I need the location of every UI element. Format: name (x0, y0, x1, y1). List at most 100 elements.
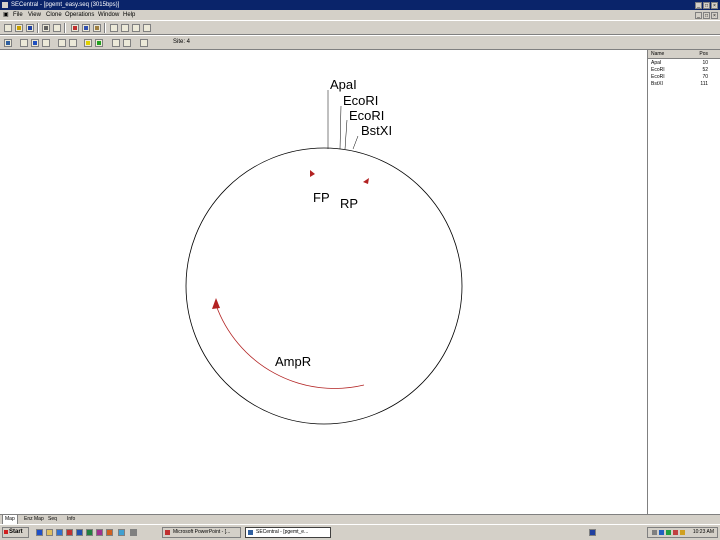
highlight-icon[interactable] (84, 39, 92, 47)
help-icon[interactable] (140, 39, 148, 47)
menu-window[interactable]: Window (98, 10, 119, 20)
volume-icon[interactable] (680, 530, 685, 535)
app-quicklaunch-icon[interactable] (106, 529, 113, 536)
doc-minimize-button[interactable]: _ (695, 12, 702, 19)
pencil-icon[interactable] (4, 39, 12, 47)
clock[interactable]: 10:23 AM (693, 528, 714, 537)
copy-icon[interactable] (82, 24, 90, 32)
circle-map-icon[interactable] (42, 39, 50, 47)
app-quicklaunch-icon[interactable] (118, 529, 125, 536)
grid-icon[interactable] (20, 39, 28, 47)
table-row[interactable]: BstXI 111 (648, 81, 720, 87)
table-row[interactable]: EcoRI 52 (648, 67, 720, 73)
arrow-green-icon[interactable] (95, 39, 103, 47)
site-pos-cell: 52 (702, 67, 708, 73)
tray-icon[interactable] (666, 530, 671, 535)
print-preview-icon[interactable] (53, 24, 61, 32)
word-icon[interactable] (76, 529, 83, 536)
windows-logo-icon (4, 530, 8, 534)
menu-view[interactable]: View (28, 10, 41, 20)
open-file-icon[interactable] (15, 24, 23, 32)
outlook-icon[interactable] (56, 529, 63, 536)
tab-seq[interactable]: Seq (46, 515, 59, 524)
window-title: SECentral - [pgemt_easy.seq (3015bps)] (11, 2, 120, 8)
app-quicklaunch-icon[interactable] (130, 529, 137, 536)
system-tray: 10:23 AM (647, 527, 718, 538)
close-button[interactable]: × (711, 2, 718, 9)
menu-bar: ▣ File View Clone Operations Window Help… (0, 10, 720, 20)
site-label-ecori-2[interactable]: EcoRI (349, 108, 384, 123)
ie-icon[interactable] (36, 529, 43, 536)
taskbar-button-powerpoint[interactable]: Microsoft PowerPoint - [... (162, 527, 241, 538)
plasmid-map-svg: ApaI EcoRI EcoRI BstXI FP RP AmpR (185, 77, 463, 425)
tab-info[interactable]: Info (65, 515, 77, 524)
scissors-icon[interactable] (69, 39, 77, 47)
start-button[interactable]: Start (2, 527, 29, 538)
site-label-ecori-1[interactable]: EcoRI (343, 93, 378, 108)
site-line-ecori-1 (339, 105, 342, 150)
list-icon[interactable] (123, 39, 131, 47)
site-label-bstxi[interactable]: BstXI (361, 123, 392, 138)
fp-primer-arrow[interactable] (310, 170, 315, 177)
primer-label-fp[interactable]: FP (313, 190, 330, 205)
standard-toolbar (0, 20, 720, 35)
palette-icon[interactable] (31, 39, 39, 47)
menu-help[interactable]: Help (123, 10, 135, 20)
site-pos-cell: 111 (700, 81, 708, 87)
tray-icon[interactable] (652, 530, 657, 535)
doc-restore-button[interactable]: □ (703, 12, 710, 19)
powerpoint-icon[interactable] (66, 529, 73, 536)
site-label-apai[interactable]: ApaI (330, 77, 357, 92)
secentral-icon (248, 530, 253, 535)
excel-icon[interactable] (86, 529, 93, 536)
minimize-button[interactable]: _ (695, 2, 702, 9)
tray-icon[interactable] (673, 530, 678, 535)
menu-file[interactable]: File (13, 10, 23, 20)
primer-label-rp[interactable]: RP (340, 196, 358, 211)
zoom-icon[interactable] (58, 39, 66, 47)
paste-icon[interactable] (93, 24, 101, 32)
site-count-label: Site: 4 (173, 39, 191, 45)
cursor-icon[interactable] (121, 24, 129, 32)
title-bar: SECentral - [pgemt_easy.seq (3015bps)] _… (0, 0, 720, 10)
table-row[interactable]: ApaI 10 (648, 60, 720, 66)
doc-close-button[interactable]: × (711, 12, 718, 19)
link-icon[interactable] (132, 24, 140, 32)
site-list-header: Name Pos (648, 50, 720, 59)
print-icon[interactable] (42, 24, 50, 32)
column-header-pos[interactable]: Pos (699, 51, 708, 57)
gene-label-ampr[interactable]: AmpR (275, 354, 311, 369)
maximize-button[interactable]: □ (703, 2, 710, 9)
menu-clone[interactable]: Clone (46, 10, 62, 20)
help-pointer-icon[interactable] (143, 24, 151, 32)
site-pos-cell: 10 (702, 60, 708, 66)
tray-icon[interactable] (659, 530, 664, 535)
taskbar-button-secentral[interactable]: SECentral - [pgemt_e... (245, 527, 331, 538)
toolbar-separator (104, 23, 106, 33)
site-name-cell: EcoRI (651, 74, 665, 80)
rp-primer-arrow[interactable] (363, 178, 369, 184)
site-list-panel: Name Pos ApaI 10 EcoRI 52 EcoRI 70 BstXI… (647, 50, 720, 514)
folder-icon[interactable] (46, 529, 53, 536)
language-bar-icon[interactable] (589, 529, 596, 536)
save-icon[interactable] (26, 24, 34, 32)
site-name-cell: ApaI (651, 60, 662, 66)
cut-icon[interactable] (71, 24, 79, 32)
app-quicklaunch-icon[interactable] (96, 529, 103, 536)
menu-operations[interactable]: Operations (65, 10, 94, 20)
plasmid-map-canvas[interactable]: ApaI EcoRI EcoRI BstXI FP RP AmpR (0, 50, 646, 514)
app-icon (2, 2, 8, 8)
tab-enz-map[interactable]: Enz Map (22, 515, 46, 524)
column-header-name[interactable]: Name (651, 51, 664, 57)
new-file-icon[interactable] (4, 24, 12, 32)
table-icon[interactable] (112, 39, 120, 47)
toolbar-separator (64, 23, 66, 33)
taskbar: Start Microsoft PowerPoint - [... SECent… (0, 524, 720, 540)
task-label: SECentral - [pgemt_e... (256, 529, 309, 535)
site-name-cell: BstXI (651, 81, 663, 87)
find-icon[interactable] (110, 24, 118, 32)
document-menu-icon[interactable]: ▣ (3, 10, 9, 20)
table-row[interactable]: EcoRI 70 (648, 74, 720, 80)
site-line-bstxi (352, 135, 359, 150)
ampr-gene-arc[interactable] (215, 304, 365, 389)
